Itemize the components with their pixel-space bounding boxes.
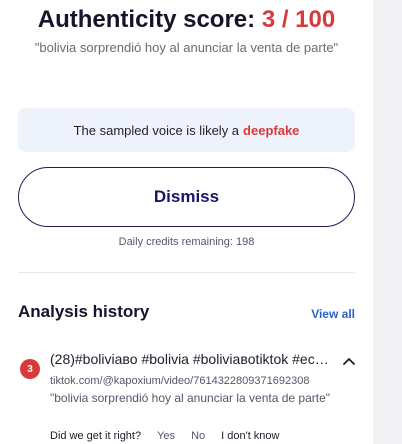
detector-panel: Authenticity score: 3 / 100 "bolivia sor… [0, 0, 373, 444]
history-item-quote: "bolivia sorprendió hoy al anunciar la v… [50, 391, 331, 405]
score-value: 3 / 100 [261, 6, 336, 33]
dismiss-button[interactable]: Dismiss [18, 167, 355, 227]
feedback-dont-know-button[interactable]: I don't know [221, 430, 279, 442]
score-label: Authenticity score: [37, 6, 256, 33]
side-gutter [373, 0, 402, 444]
view-all-link[interactable]: View all [311, 307, 355, 321]
feedback-no-button[interactable]: No [191, 430, 205, 442]
history-title: Analysis history [18, 302, 150, 321]
transcript-quote: "bolivia sorprendió hoy al anunciar la v… [34, 40, 339, 55]
history-item-title[interactable]: (28)#boliviaʙᴏ #bolivia #boliviaʙᴏtiktok… [50, 351, 332, 367]
verdict-banner: The sampled voice is likely a deepfake [18, 108, 355, 152]
feedback-row: Did we get it right? Yes No I don't know [50, 430, 279, 442]
feedback-yes-button[interactable]: Yes [157, 430, 175, 442]
score-badge: 3 [20, 359, 40, 379]
verdict-prefix: The sampled voice is likely a [73, 122, 240, 138]
chevron-up-icon[interactable] [341, 354, 357, 368]
authenticity-score-heading: Authenticity score: 3 / 100 [0, 6, 373, 34]
divider [18, 272, 355, 273]
feedback-question: Did we get it right? [50, 430, 142, 442]
daily-credits: Daily credits remaining: 198 [118, 236, 255, 248]
verdict-label: deepfake [243, 122, 300, 138]
history-item-url[interactable]: tiktok.com/@kapoxium/video/7614322809371… [50, 375, 309, 387]
